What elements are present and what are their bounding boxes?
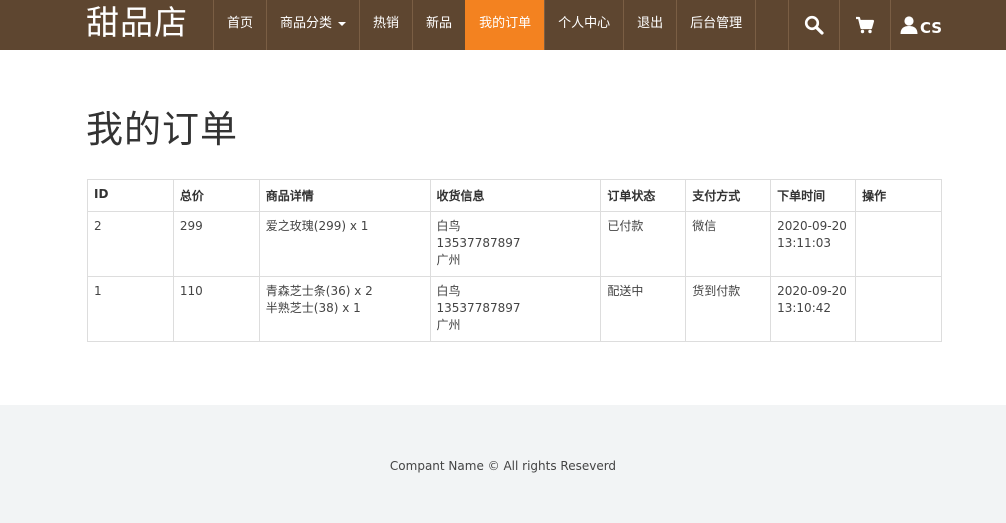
column-header-actions: 操作 <box>855 179 942 212</box>
nav-item-new[interactable]: 新品 <box>412 0 465 50</box>
page-footer: Compant Name © All rights Reseverd <box>0 405 1006 523</box>
search-icon <box>804 15 824 35</box>
order-clock: 13:10:42 <box>777 301 832 315</box>
page-title: 我的订单 <box>86 108 238 151</box>
order-items: 爱之玫瑰(299) x 1 <box>258 211 431 277</box>
brand-logo[interactable]: 甜品店 <box>86 0 188 50</box>
recipient-name: 白鸟 <box>436 284 461 298</box>
column-header-time: 下单时间 <box>770 179 857 212</box>
recipient-address: 广州 <box>436 318 461 332</box>
table-row: 1 110 青森芝士条(36) x 2 半熟芝士(38) x 1 白鸟 1353… <box>87 276 942 342</box>
order-id: 2 <box>87 211 174 277</box>
column-header-id: ID <box>87 179 174 212</box>
order-date: 2020-09-20 <box>777 219 847 233</box>
recipient-phone: 13537787897 <box>436 301 521 315</box>
nav-menu: 首页 商品分类 热销 新品 我的订单 个人中心 退出 后台管理 <box>213 0 757 50</box>
order-items: 青森芝士条(36) x 2 半熟芝士(38) x 1 <box>258 276 431 342</box>
user-name: CS <box>920 19 943 37</box>
user-menu[interactable]: CS <box>890 0 950 50</box>
order-id: 1 <box>87 276 174 342</box>
recipient-name: 白鸟 <box>436 219 461 233</box>
payment-method: 货到付款 <box>685 276 772 342</box>
column-header-shipping: 收货信息 <box>429 179 602 212</box>
top-navbar: 甜品店 首页 商品分类 热销 新品 我的订单 个人中心 退出 后台管理 CS <box>0 0 1006 50</box>
recipient-address: 广州 <box>436 253 461 267</box>
order-item: 爱之玫瑰(299) x 1 <box>265 219 369 233</box>
search-button[interactable] <box>788 0 839 50</box>
order-item: 半熟芝士(38) x 1 <box>265 301 361 315</box>
payment-method: 微信 <box>685 211 772 277</box>
order-status: 已付款 <box>600 211 687 277</box>
table-row: 2 299 爱之玫瑰(299) x 1 白鸟 13537787897 广州 已付… <box>87 211 942 277</box>
nav-item-my-orders[interactable]: 我的订单 <box>465 0 545 50</box>
copyright-text: Compant Name © All rights Reseverd <box>389 459 617 473</box>
nav-item-home[interactable]: 首页 <box>213 0 266 50</box>
order-date: 2020-09-20 <box>777 284 847 298</box>
column-header-details: 商品详情 <box>258 179 431 212</box>
nav-item-hot[interactable]: 热销 <box>359 0 412 50</box>
recipient-phone: 13537787897 <box>436 236 521 250</box>
nav-item-categories-label: 商品分类 <box>280 16 333 31</box>
nav-item-admin[interactable]: 后台管理 <box>676 0 757 50</box>
shipping-info: 白鸟 13537787897 广州 <box>429 276 602 342</box>
column-header-total: 总价 <box>172 179 260 212</box>
chevron-down-icon <box>338 21 347 26</box>
nav-item-profile[interactable]: 个人中心 <box>544 0 623 50</box>
nav-item-categories[interactable]: 商品分类 <box>266 0 359 50</box>
order-clock: 13:11:03 <box>777 236 832 250</box>
nav-actions: CS <box>788 0 950 50</box>
order-total: 299 <box>172 211 260 277</box>
order-actions <box>855 211 942 277</box>
cart-button[interactable] <box>839 0 890 50</box>
table-header-row: ID 总价 商品详情 收货信息 订单状态 支付方式 下单时间 操作 <box>87 179 942 212</box>
shipping-info: 白鸟 13537787897 广州 <box>429 211 602 277</box>
column-header-status: 订单状态 <box>600 179 687 212</box>
order-item: 青森芝士条(36) x 2 <box>265 284 373 298</box>
cart-icon <box>856 16 875 34</box>
nav-item-logout[interactable]: 退出 <box>623 0 676 50</box>
order-actions <box>855 276 942 342</box>
user-icon <box>900 16 918 34</box>
order-time: 2020-09-20 13:11:03 <box>770 211 857 277</box>
column-header-payment: 支付方式 <box>685 179 772 212</box>
order-status: 配送中 <box>600 276 687 342</box>
orders-table: ID 总价 商品详情 收货信息 订单状态 支付方式 下单时间 操作 2 299 … <box>87 179 942 342</box>
order-total: 110 <box>172 276 260 342</box>
order-time: 2020-09-20 13:10:42 <box>770 276 857 342</box>
